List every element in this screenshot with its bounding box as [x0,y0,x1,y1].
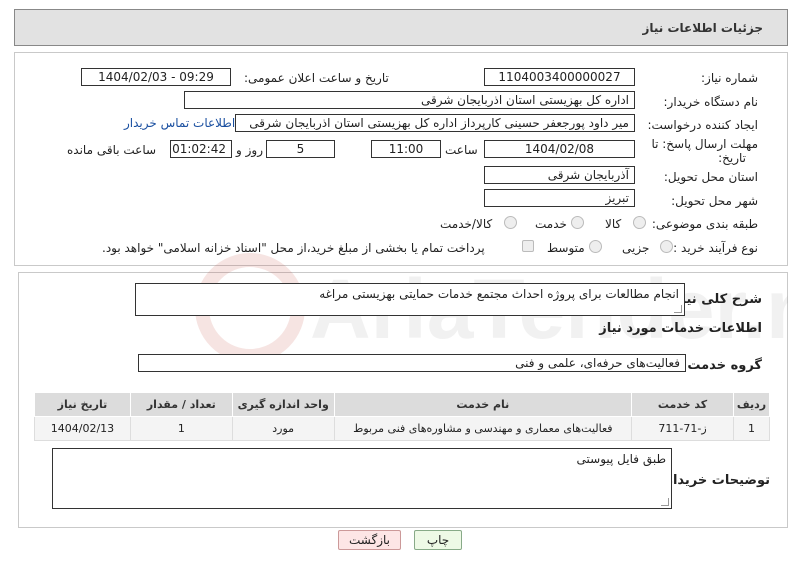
category-option-goods-service: کالا/خدمت [440,217,493,231]
creator-field: میر داود پورجعفر حسینی کارپرداز اداره کل… [235,114,635,132]
days-field: 5 [266,140,335,158]
province-field: آذربایجان شرقی [484,166,635,184]
buyer-notes-textarea[interactable]: طبق فایل پیوستی [52,448,672,509]
province-label: استان محل تحویل: [663,170,758,184]
cell-service-code: ز-71-711 [631,416,734,441]
buyer-org-field: اداره کل بهزیستی استان اذربایجان شرقی [184,91,635,109]
col-unit: واحد اندازه گیری [231,392,335,417]
table-row: 1404/02/13 1 مورد فعالیت‌های معماری و مه… [34,416,771,441]
process-option-minor: جزیی [622,241,650,255]
category-option-goods: کالا [605,217,622,231]
category-radio-goods[interactable] [633,216,646,229]
remaining-label: ساعت باقی مانده [67,143,157,157]
category-option-service: خدمت [535,217,567,231]
process-radio-medium[interactable] [589,240,602,253]
remaining-time-field: 01:02:42 [170,140,232,158]
resize-handle-icon[interactable] [674,305,682,313]
services-section-title: اطلاعات خدمات مورد نیاز [599,321,762,336]
city-field: تبریز [484,189,635,207]
cell-service-name: فعالیت‌های معماری و مهندسی و مشاوره‌های … [333,416,633,441]
service-group-field: فعالیت‌های حرفه‌ای، علمی و فنی [138,354,686,372]
table-header-row: تاریخ نیاز تعداد / مقدار واحد اندازه گیر… [34,392,771,417]
creator-label: ایجاد کننده درخواست: [647,118,758,132]
services-table: تاریخ نیاز تعداد / مقدار واحد اندازه گیر… [34,392,771,441]
buyer-notes-label: توضیحات خریدار: [660,473,770,488]
time-label: ساعت [445,143,478,157]
contact-info-link[interactable]: اطلاعات تماس خریدار [124,116,235,130]
category-radio-service[interactable] [571,216,584,229]
page-header: جزئیات اطلاعات نیاز [14,9,788,46]
back-button[interactable]: بازگشت [338,530,401,550]
cell-row: 1 [732,416,771,441]
deadline-date-field: 1404/02/08 [484,140,635,158]
buyer-notes-text: طبق فایل پیوستی [576,452,666,466]
process-option-medium: متوسط [547,241,585,255]
city-label: شهر محل تحویل: [671,194,758,208]
announce-field: 1404/02/03 - 09:29 [81,68,231,86]
col-service-name: نام خدمت [333,392,633,417]
announce-label: تاریخ و ساعت اعلان عمومی: [244,71,389,85]
page-title: جزئیات اطلاعات نیاز [642,21,763,35]
col-need-date: تاریخ نیاز [34,392,131,417]
service-group-label: گروه خدمت: [682,358,762,373]
need-number-field: 1104003400000027 [484,68,635,86]
resize-handle-icon[interactable] [661,498,669,506]
category-radio-goods-service[interactable] [504,216,517,229]
need-number-label: شماره نیاز: [701,71,758,85]
col-service-code: کد خدمت [631,392,734,417]
payment-note: پرداخت تمام یا بخشی از مبلغ خرید،از محل … [102,241,485,255]
col-quantity: تعداد / مقدار [129,392,233,417]
cell-quantity: 1 [129,416,233,441]
category-label: طبقه بندی موضوعی: [651,217,758,231]
deadline-label: مهلت ارسال پاسخ: تا [651,137,758,151]
process-label: نوع فرآیند خرید : [673,241,758,255]
col-row: ردیف [732,392,771,417]
cell-need-date: 1404/02/13 [34,416,131,441]
description-text: انجام مطالعات برای پروژه احداث مجتمع خدم… [319,287,679,301]
deadline-time-field: 11:00 [371,140,441,158]
deadline-label-2: تاریخ: [718,151,746,165]
cell-unit: مورد [231,416,335,441]
treasury-checkbox[interactable] [522,240,534,252]
print-button[interactable]: چاپ [414,530,462,550]
description-textarea[interactable]: انجام مطالعات برای پروژه احداث مجتمع خدم… [135,283,685,316]
process-radio-minor[interactable] [660,240,673,253]
days-label: روز و [236,143,263,157]
buyer-org-label: نام دستگاه خریدار: [663,95,759,109]
